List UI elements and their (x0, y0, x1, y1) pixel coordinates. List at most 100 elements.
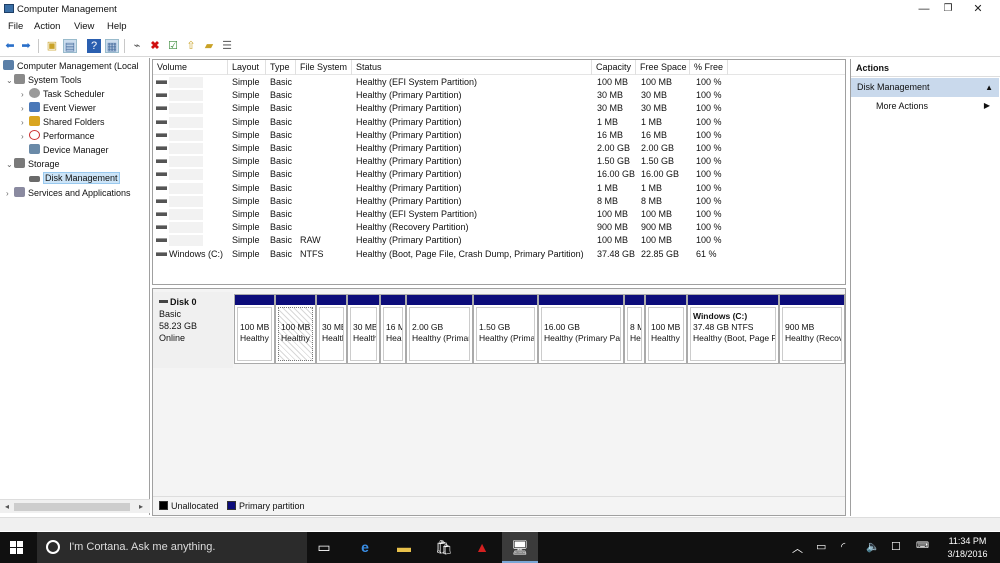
collapse-chevron-icon[interactable]: ⌄ (6, 158, 14, 171)
store-icon[interactable]: 🛍 (435, 538, 453, 556)
up-folder-icon[interactable]: ▣ (45, 39, 59, 53)
folder-up-icon[interactable]: ⇧ (184, 39, 198, 53)
table-row[interactable]: Simple Basic Healthy (Primary Partition) 1 … (153, 182, 845, 195)
partition-block[interactable]: 16.00 GBHealthy (Primary Partition) (538, 294, 624, 364)
table-row[interactable]: Windows (C:) Simple Basic NTFS Healthy (Boot… (153, 248, 845, 261)
forward-arrow-icon[interactable]: ➡ (19, 39, 33, 53)
app-red-icon[interactable]: ▲ (473, 538, 491, 556)
menu-view[interactable]: View (74, 21, 94, 32)
partition-block[interactable]: 2.00 GBHealthy (Primary Partition) (406, 294, 473, 364)
column-header-type[interactable]: Type (266, 60, 296, 75)
partition-details: 900 MBHealthy (Recovery Partition) (782, 307, 842, 361)
task-view-icon[interactable]: ▭ (315, 538, 333, 556)
partition-block[interactable]: Windows (C:) 37.48 GB NTFS Healthy (Boot, … (687, 294, 779, 364)
tree-item-services-and-applications[interactable]: › Services and Applications (6, 187, 131, 200)
partition-type-bar (646, 295, 686, 305)
partition-block[interactable]: 1.50 GBHealthy (Primary Partition) (473, 294, 538, 364)
tree-item-disk-management[interactable]: Disk Management (29, 172, 120, 185)
tree-item-event-viewer[interactable]: › Event Viewer (21, 102, 96, 115)
column-header-status[interactable]: Status (352, 60, 592, 75)
table-row[interactable]: Simple Basic Healthy (Recovery Partition) 9… (153, 221, 845, 234)
menu-help[interactable]: Help (107, 21, 127, 32)
show-hidden-icons-chevron-icon[interactable]: ︿ (792, 540, 803, 556)
table-row[interactable]: Simple Basic Healthy (Primary Partition) 30… (153, 102, 845, 115)
column-header-percent-free[interactable]: % Free (690, 60, 728, 75)
tree-item-shared-folders[interactable]: › Shared Folders (21, 116, 105, 129)
partition-size: 100 MB (240, 322, 270, 332)
menu-action[interactable]: Action (34, 21, 60, 32)
column-header-capacity[interactable]: Capacity (592, 60, 636, 75)
table-row[interactable]: Simple Basic Healthy (Primary Partition) 2.… (153, 142, 845, 155)
actions-section-disk-management[interactable]: Disk Management ▲ (851, 78, 999, 97)
table-row[interactable]: Simple Basic Healthy (EFI System Partition… (153, 208, 845, 221)
tree-horizontal-scrollbar[interactable]: ◂ ▸ (0, 499, 150, 513)
cell-free: 30 MB (641, 90, 668, 101)
partition-block[interactable]: 100 MB Healthy (234, 294, 275, 364)
help-icon[interactable]: ? (87, 39, 101, 53)
column-header-layout[interactable]: Layout (228, 60, 266, 75)
expand-chevron-icon[interactable]: › (21, 130, 29, 143)
more-actions-item[interactable]: More Actions ▶ (876, 99, 996, 113)
keyboard-icon[interactable]: ⌨ (916, 540, 929, 551)
partition-block[interactable]: 16 MBHealthy (380, 294, 406, 364)
tree-item-computer-management[interactable]: Computer Management (Local (3, 60, 139, 73)
table-row[interactable]: Simple Basic Healthy (Primary Partition) 16… (153, 168, 845, 181)
connect-icon[interactable]: ⌁ (130, 39, 144, 53)
partition-size: 2.00 GB (412, 322, 444, 332)
back-arrow-icon[interactable]: ⬅ (3, 39, 17, 53)
partition-block[interactable]: 100 MB Healthy (275, 294, 316, 364)
table-row[interactable]: Simple Basic Healthy (Primary Partition) 8 … (153, 195, 845, 208)
column-header-file-system[interactable]: File System (296, 60, 352, 75)
start-windows-icon[interactable] (10, 541, 24, 555)
partition-block[interactable]: 8 MBHealthy (624, 294, 645, 364)
tree-item-system-tools[interactable]: ⌄ System Tools (6, 74, 81, 87)
collapse-chevron-icon[interactable]: ⌄ (6, 74, 14, 87)
scroll-right-icon[interactable]: ▸ (135, 501, 147, 513)
event-viewer-icon (29, 102, 40, 112)
clock[interactable]: 11:34 PM 3/18/2016 (940, 535, 995, 561)
table-row[interactable]: Simple Basic Healthy (EFI System Partition… (153, 76, 845, 89)
file-explorer-icon[interactable]: ▬ (395, 538, 413, 556)
wifi-icon[interactable]: ◜ (841, 540, 845, 553)
properties-icon[interactable]: ▦ (105, 39, 119, 53)
tree-item-performance[interactable]: › Performance (21, 130, 95, 143)
scroll-left-icon[interactable]: ◂ (1, 501, 13, 513)
collapse-triangle-icon[interactable]: ▲ (985, 78, 993, 97)
column-header-volume[interactable]: Volume (153, 60, 228, 75)
partition-block[interactable]: 100 MB Healthy (645, 294, 687, 364)
tree-item-device-manager[interactable]: Device Manager (29, 144, 109, 157)
partition-block[interactable]: 30 MBHealthy (316, 294, 347, 364)
cell-pct: 100 % (696, 235, 722, 246)
list-icon[interactable]: ☰ (220, 39, 234, 53)
expand-chevron-icon[interactable]: › (6, 187, 14, 200)
delete-icon[interactable]: ✖ (148, 39, 162, 53)
edge-icon[interactable]: e (356, 538, 374, 556)
check-icon[interactable]: ☑ (166, 39, 180, 53)
expand-chevron-icon[interactable]: › (21, 102, 29, 115)
battery-icon[interactable]: ▭ (816, 540, 826, 553)
folder-icon[interactable]: ▰ (202, 39, 216, 53)
table-row[interactable]: Simple Basic Healthy (Primary Partition) 30… (153, 89, 845, 102)
table-row[interactable]: Simple Basic Healthy (Primary Partition) 16… (153, 129, 845, 142)
close-button[interactable]: ✕ (960, 0, 996, 18)
computer-management-taskbar-icon[interactable]: 🖥 (502, 532, 538, 563)
cell-capacity: 100 MB (597, 235, 629, 246)
menu-file[interactable]: File (8, 21, 23, 32)
scroll-thumb[interactable] (14, 503, 130, 511)
disk-info[interactable]: Disk 0 Basic 58.23 GB Online (153, 292, 233, 368)
cell-pct: 100 % (696, 129, 722, 140)
table-row[interactable]: Simple Basic Healthy (Primary Partition) 1 … (153, 116, 845, 129)
partition-block[interactable]: 30 MBHealthy (347, 294, 380, 364)
tree-item-task-scheduler[interactable]: › Task Scheduler (21, 88, 105, 101)
column-header-free-space[interactable]: Free Space (636, 60, 690, 75)
table-row[interactable]: Simple Basic Healthy (Primary Partition) 1.… (153, 155, 845, 168)
tree-item-storage[interactable]: ⌄ Storage (6, 158, 60, 171)
show-hide-tree-icon[interactable]: ▤ (63, 39, 77, 53)
volume-icon[interactable]: 🔈 (866, 540, 880, 553)
action-center-icon[interactable]: ☐ (891, 540, 901, 553)
expand-chevron-icon[interactable]: › (21, 116, 29, 129)
cortana-search-box[interactable]: I'm Cortana. Ask me anything. (37, 532, 307, 563)
partition-block[interactable]: 900 MBHealthy (Recovery Partition) (779, 294, 845, 364)
table-row[interactable]: Simple Basic RAW Healthy (Primary Partition… (153, 234, 845, 247)
expand-chevron-icon[interactable]: › (21, 88, 29, 101)
